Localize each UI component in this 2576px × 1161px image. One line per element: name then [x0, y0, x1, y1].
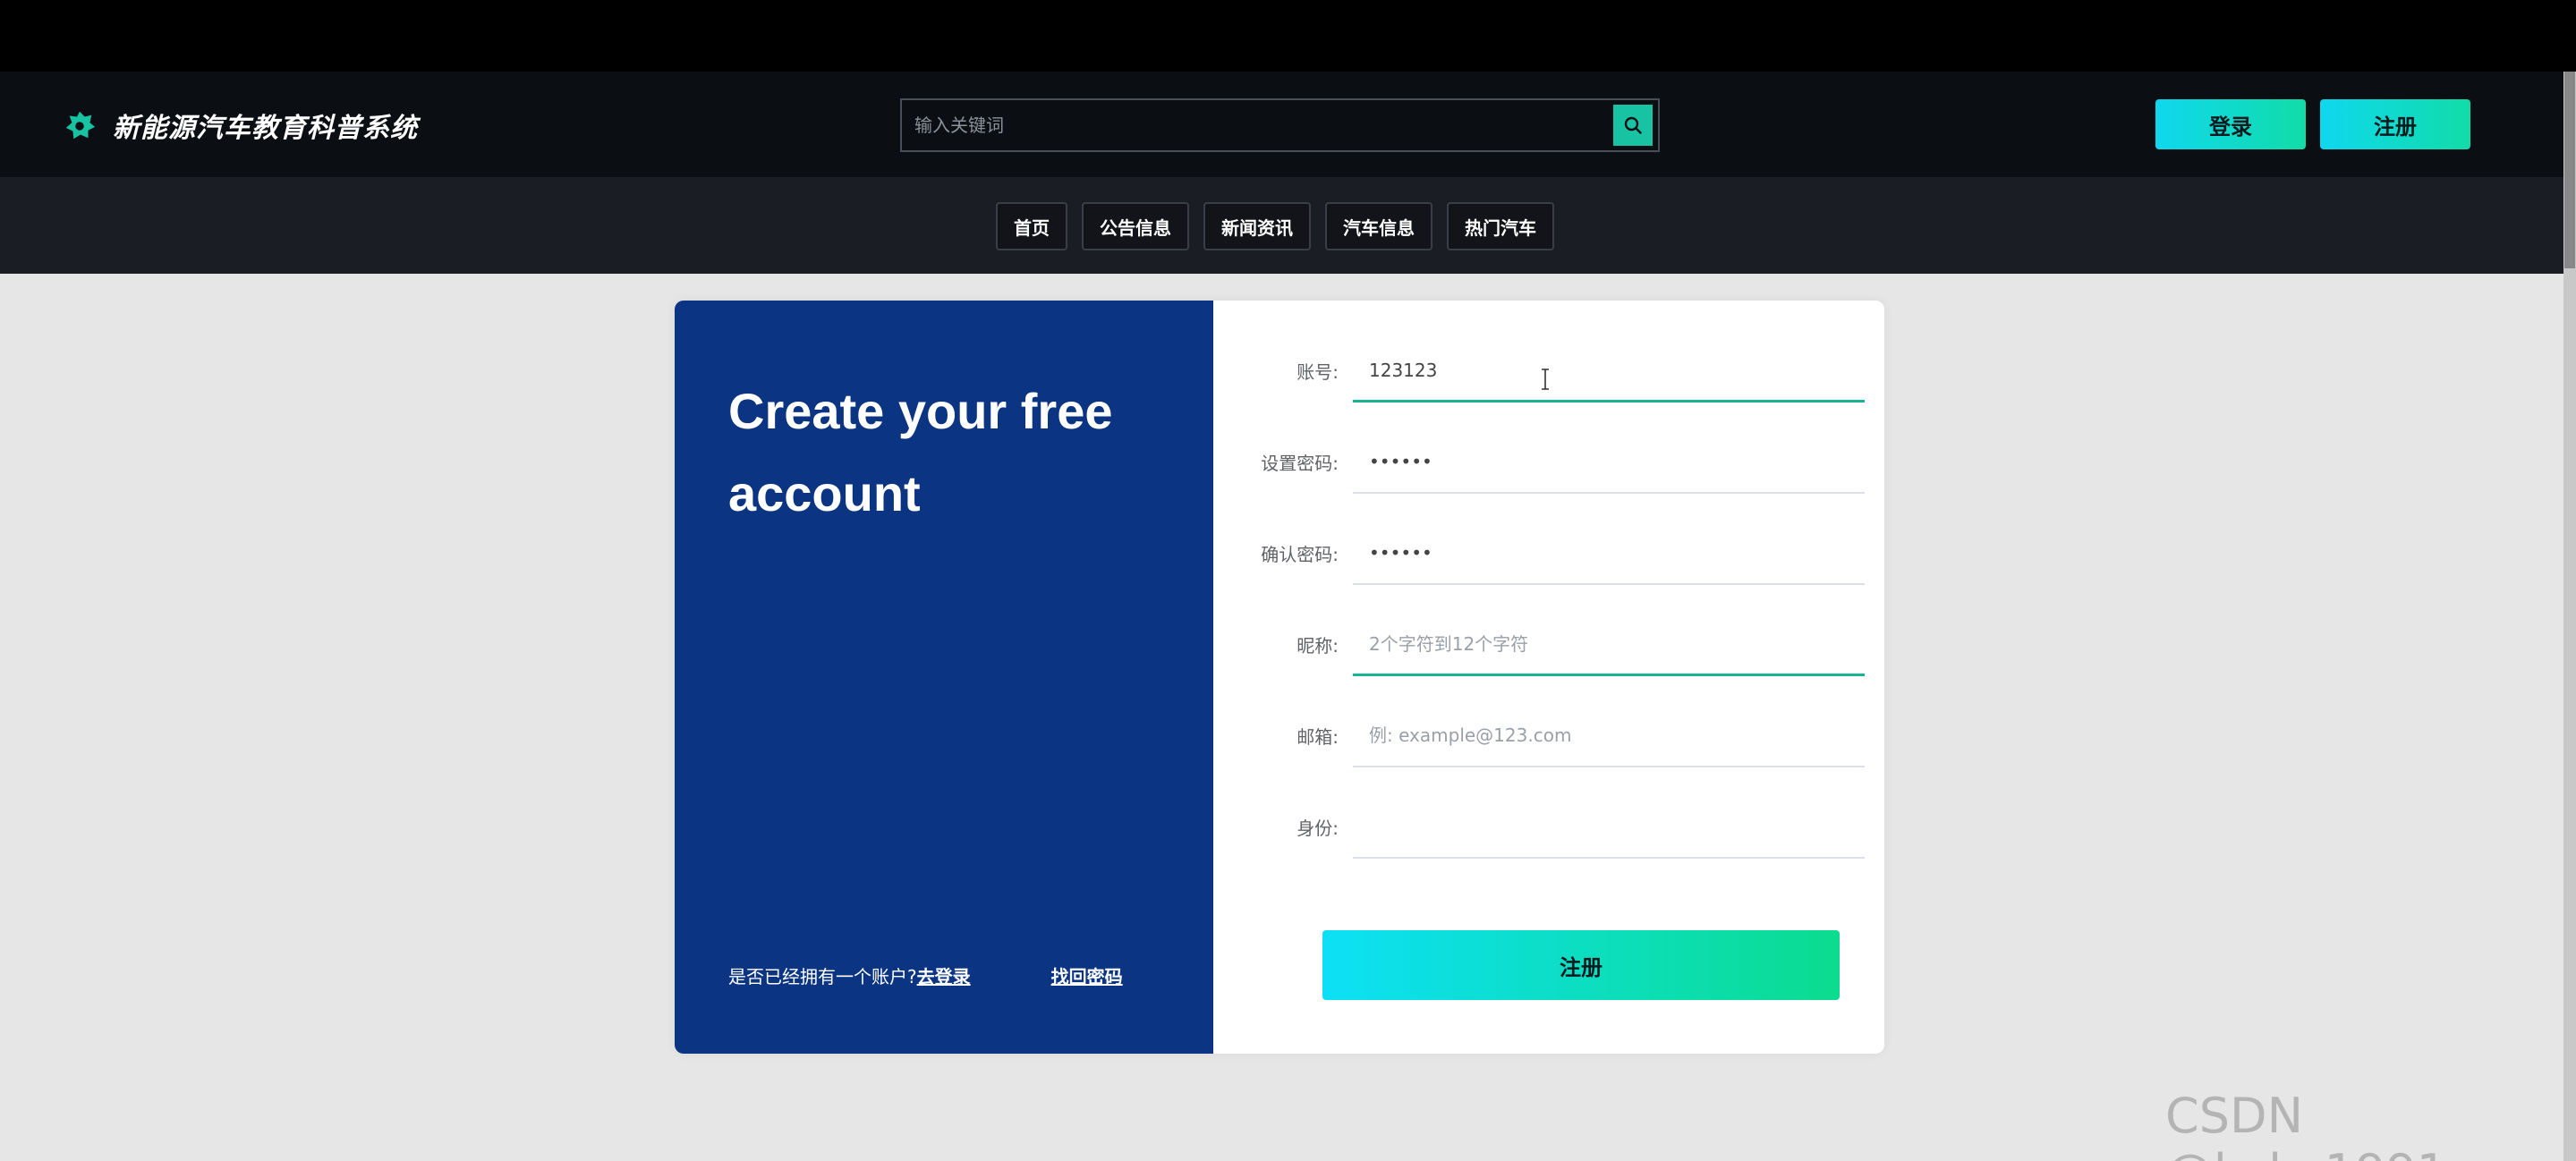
email-field	[1353, 705, 1865, 767]
go-login-link[interactable]: 去登录	[917, 962, 971, 988]
account-input[interactable]	[1353, 340, 1865, 400]
form-row-email: 邮箱:	[1247, 705, 1865, 767]
form-row-nickname: 昵称:	[1247, 614, 1865, 676]
find-password-link[interactable]: 找回密码	[1051, 962, 1123, 988]
email-input[interactable]	[1353, 705, 1865, 766]
search-input[interactable]	[902, 100, 1613, 150]
nav-item-announcements[interactable]: 公告信息	[1082, 202, 1189, 250]
nav-item-hot-cars[interactable]: 热门汽车	[1447, 202, 1554, 250]
form-row-password: 设置密码:	[1247, 431, 1865, 494]
account-label: 账号:	[1297, 361, 1339, 383]
password-field	[1353, 431, 1865, 494]
watermark: CSDN @kybs1991	[2165, 1088, 2447, 1161]
nickname-field	[1353, 614, 1865, 676]
card-left-panel: Create your free account 是否已经拥有一个账户? 去登录…	[675, 301, 1213, 1054]
confirm-password-label: 确认密码:	[1261, 544, 1339, 565]
site-logo[interactable]: 新能源汽车教育科普系统	[63, 106, 418, 145]
search-box	[900, 98, 1660, 152]
password-label: 设置密码:	[1261, 453, 1339, 474]
confirm-password-input[interactable]	[1353, 522, 1865, 583]
password-input[interactable]	[1353, 431, 1865, 492]
main-nav: 首页 公告信息 新闻资讯 汽车信息 热门汽车	[0, 177, 2563, 274]
nickname-label: 昵称:	[1297, 635, 1339, 657]
register-card: Create your free account 是否已经拥有一个账户? 去登录…	[675, 301, 1884, 1054]
nav-item-news[interactable]: 新闻资讯	[1203, 202, 1311, 250]
browser-top-bar	[0, 0, 2576, 72]
card-footer: 是否已经拥有一个账户? 去登录 找回密码	[728, 957, 1194, 993]
search-icon	[1624, 116, 1642, 134]
register-button[interactable]: 注册	[2320, 99, 2470, 149]
search-button[interactable]	[1613, 105, 1653, 146]
login-button[interactable]: 登录	[2155, 99, 2306, 149]
account-field	[1353, 340, 1865, 403]
nickname-input[interactable]	[1353, 614, 1865, 674]
have-account-text: 是否已经拥有一个账户?	[728, 965, 917, 987]
identity-field	[1353, 796, 1865, 859]
identity-label: 身份:	[1297, 818, 1339, 839]
register-form: 账号: 设置密码: 确认密码: 昵称:	[1247, 301, 1865, 1054]
submit-register-button[interactable]: 注册	[1322, 930, 1840, 1000]
form-row-account: 账号:	[1247, 340, 1865, 403]
confirm-password-field	[1353, 522, 1865, 585]
site-title: 新能源汽车教育科普系统	[113, 113, 418, 144]
site-header: 新能源汽车教育科普系统 登录 注册	[0, 72, 2563, 177]
card-title: Create your free account	[728, 383, 1113, 521]
nav-item-home[interactable]: 首页	[996, 202, 1067, 250]
nav-item-car-info[interactable]: 汽车信息	[1325, 202, 1433, 250]
form-row-confirm-password: 确认密码:	[1247, 522, 1865, 585]
identity-input[interactable]	[1353, 796, 1865, 857]
text-cursor-icon	[1542, 369, 1549, 390]
scrollbar-thumb[interactable]	[2564, 72, 2575, 268]
email-label: 邮箱:	[1297, 726, 1339, 748]
form-row-identity: 身份:	[1247, 796, 1865, 859]
logo-icon	[65, 111, 96, 140]
